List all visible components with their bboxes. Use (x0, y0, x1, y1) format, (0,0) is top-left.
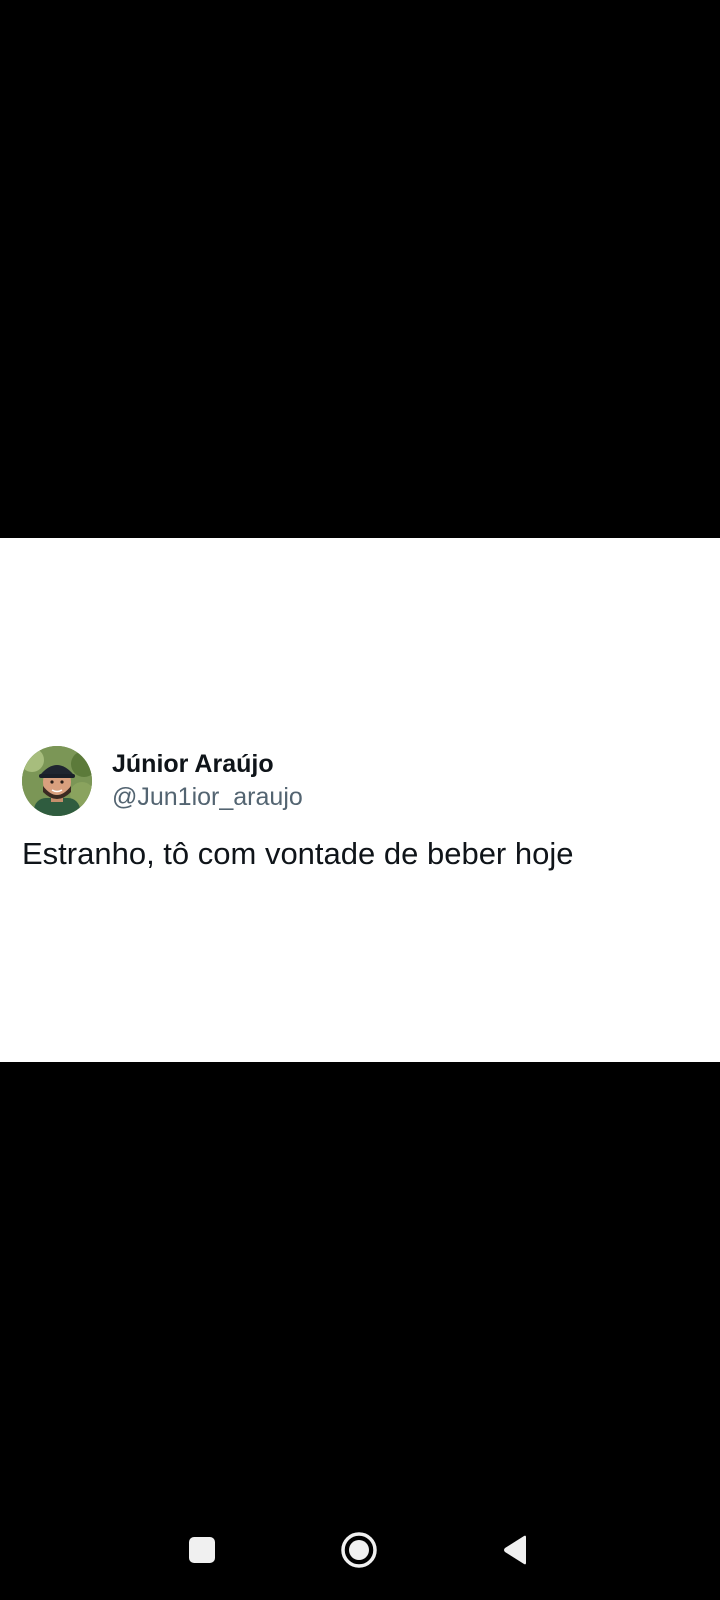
circle-home-icon (341, 1532, 377, 1568)
tweet-text: Estranho, tô com vontade de beber hoje (22, 836, 574, 871)
display-name[interactable]: Júnior Araújo (112, 749, 303, 779)
user-handle[interactable]: @Jun1ior_araujo (112, 781, 303, 813)
tweet-card: Júnior Araújo @Jun1ior_araujo Estranho, … (0, 538, 720, 1062)
screen: Júnior Araújo @Jun1ior_araujo Estranho, … (0, 0, 720, 1600)
triangle-back-icon (504, 1535, 526, 1565)
author-names: Júnior Araújo @Jun1ior_araujo (112, 749, 303, 813)
avatar-photo (22, 746, 92, 816)
square-icon (189, 1537, 215, 1563)
recents-button[interactable] (172, 1520, 232, 1580)
back-button[interactable] (486, 1520, 546, 1580)
avatar[interactable] (22, 746, 92, 816)
tweet-author: Júnior Araújo @Jun1ior_araujo (22, 746, 303, 816)
system-navigation-bar (0, 1520, 720, 1590)
home-button[interactable] (329, 1520, 389, 1580)
